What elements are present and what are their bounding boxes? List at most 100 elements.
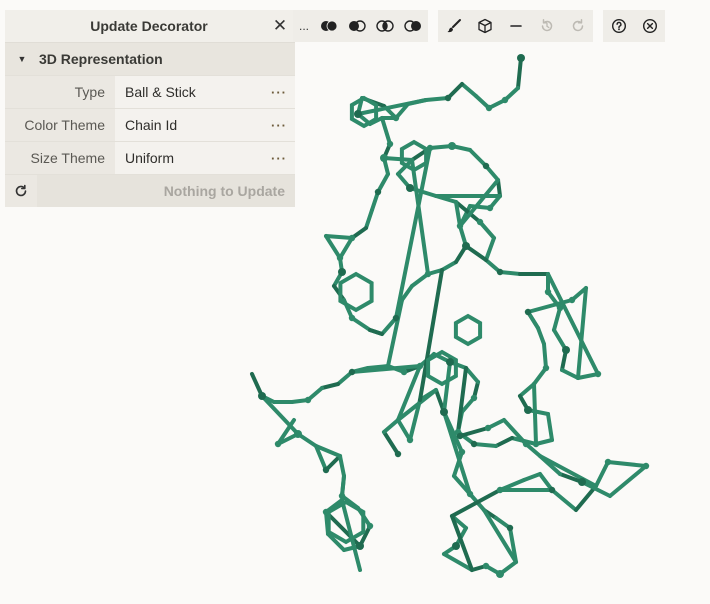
atom [524, 406, 532, 414]
bond [536, 326, 546, 346]
exit-button[interactable] [634, 10, 665, 42]
atom [496, 570, 504, 578]
bond [594, 460, 610, 488]
atom [380, 154, 388, 162]
undo-button[interactable] [531, 10, 562, 42]
atom [336, 254, 344, 262]
bond [324, 234, 342, 260]
bond [368, 328, 384, 336]
bond [440, 260, 458, 272]
atom [322, 508, 330, 516]
param-label-type: Type [5, 76, 115, 108]
param-select-color-theme[interactable]: Chain Id [115, 109, 263, 141]
atom [406, 184, 414, 192]
more-options-button[interactable]: ··· [263, 109, 295, 141]
bond [472, 442, 498, 448]
cube-button[interactable] [469, 10, 500, 42]
help-button[interactable] [603, 10, 634, 42]
atom [348, 314, 356, 322]
overlap-right-button[interactable] [399, 10, 427, 42]
help-toolbar [603, 10, 665, 42]
bond [550, 488, 578, 512]
bond [456, 366, 468, 434]
bond [542, 342, 548, 370]
atom [392, 114, 400, 122]
bond [338, 236, 354, 260]
remove-button[interactable] [500, 10, 531, 42]
brush-icon [447, 19, 461, 33]
atom [496, 486, 504, 494]
refresh-icon [15, 184, 27, 197]
overlap-intersect-button[interactable] [371, 10, 399, 42]
atom [452, 542, 460, 550]
close-panel-button[interactable]: ✕ [265, 10, 295, 42]
molecule-atoms [258, 54, 650, 578]
overlap-both-button[interactable] [315, 10, 343, 42]
brush-button[interactable] [438, 10, 469, 42]
atom [458, 448, 466, 456]
atom [485, 104, 493, 112]
param-select-size-theme[interactable]: Uniform [115, 142, 263, 174]
bond [364, 208, 374, 230]
bond [516, 56, 523, 90]
atom [462, 242, 470, 250]
ring [338, 271, 374, 313]
atom [440, 408, 448, 416]
bond [518, 382, 536, 398]
section-header[interactable]: ▼ 3D Representation [5, 42, 295, 75]
bond [442, 360, 452, 414]
toggle-toolbar: ... [293, 10, 428, 42]
atom [548, 486, 556, 494]
redo-icon [572, 19, 583, 32]
atom [456, 432, 464, 440]
param-label-size-theme: Size Theme [5, 142, 115, 174]
bond [460, 82, 478, 98]
molecule-structure [250, 56, 648, 576]
bond [382, 156, 414, 162]
atom [482, 562, 490, 570]
bond [382, 418, 400, 434]
atom [604, 458, 612, 466]
atom [400, 368, 408, 376]
bond [396, 418, 412, 442]
bond [560, 368, 580, 380]
refresh-button[interactable] [5, 175, 37, 207]
atom [338, 492, 346, 500]
atom [486, 204, 494, 212]
bond [386, 298, 404, 368]
atom [386, 140, 394, 148]
atom [446, 358, 454, 366]
atom [416, 362, 424, 370]
overlap-left-button[interactable] [343, 10, 371, 42]
bond [450, 488, 502, 518]
atom [562, 346, 570, 354]
ring [453, 313, 483, 347]
bond [382, 430, 400, 456]
atom [394, 450, 402, 458]
atom [426, 144, 434, 152]
more-options-button[interactable]: ··· [263, 76, 295, 108]
bond [324, 234, 354, 240]
update-button[interactable]: Nothing to Update [37, 175, 295, 207]
truncated-button[interactable]: ... [293, 10, 315, 42]
atom [466, 490, 474, 498]
bond [546, 412, 554, 442]
redo-button[interactable] [562, 10, 593, 42]
atom [506, 524, 514, 532]
caret-down-icon: ▼ [17, 54, 27, 64]
param-select-type[interactable]: Ball & Stick [115, 76, 263, 108]
more-options-button[interactable]: ··· [263, 142, 295, 174]
atom [517, 54, 525, 62]
exit-icon [642, 18, 657, 34]
overlap-right-icon [404, 20, 421, 32]
atom [568, 296, 576, 304]
bond [538, 454, 598, 488]
bond [464, 366, 480, 384]
atom [482, 162, 490, 170]
bond [458, 426, 490, 438]
atom [484, 424, 492, 432]
param-row-type: Type Ball & Stick ··· [5, 75, 295, 108]
atom [542, 364, 550, 372]
bond [468, 148, 488, 168]
section-title: 3D Representation [39, 51, 163, 67]
